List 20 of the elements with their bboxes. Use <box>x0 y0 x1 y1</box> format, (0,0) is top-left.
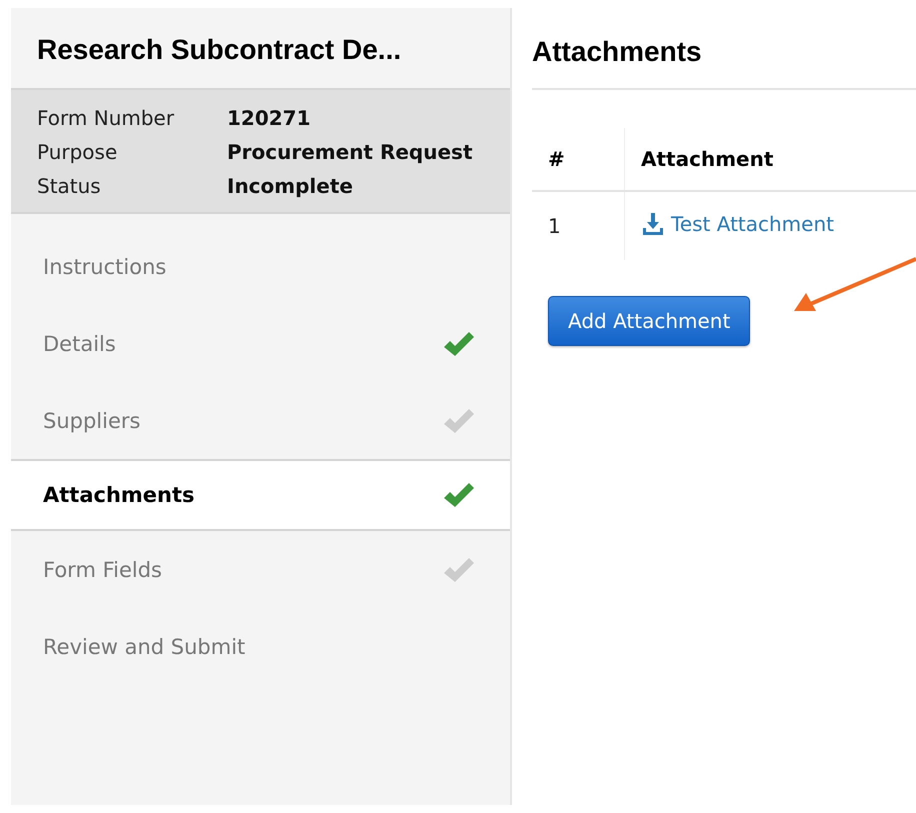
download-icon <box>641 212 665 236</box>
column-header: Attachment <box>624 128 916 191</box>
step-item[interactable]: Review and Submit <box>11 608 510 685</box>
info-value: Incomplete <box>227 174 354 198</box>
step-item[interactable]: Instructions <box>11 228 510 305</box>
attachment-link[interactable]: Test Attachment <box>641 212 834 236</box>
info-label: Purpose <box>37 140 118 164</box>
checkmark-icon <box>442 480 476 510</box>
info-value: Procurement Request <box>227 140 474 164</box>
info-label: Form Number <box>37 106 176 130</box>
step-item[interactable]: Form Fields <box>11 531 510 608</box>
info-value: 120271 <box>227 106 312 130</box>
info-label: Status <box>37 174 102 198</box>
add-attachment-button[interactable]: Add Attachment <box>548 296 750 346</box>
table-cell: 1 <box>532 191 624 260</box>
section-title: Attachments <box>532 36 916 90</box>
step-item[interactable]: Attachments <box>11 459 510 531</box>
step-item[interactable]: Details <box>11 305 510 382</box>
step-item[interactable]: Suppliers <box>11 382 510 459</box>
column-header: # <box>532 128 624 191</box>
